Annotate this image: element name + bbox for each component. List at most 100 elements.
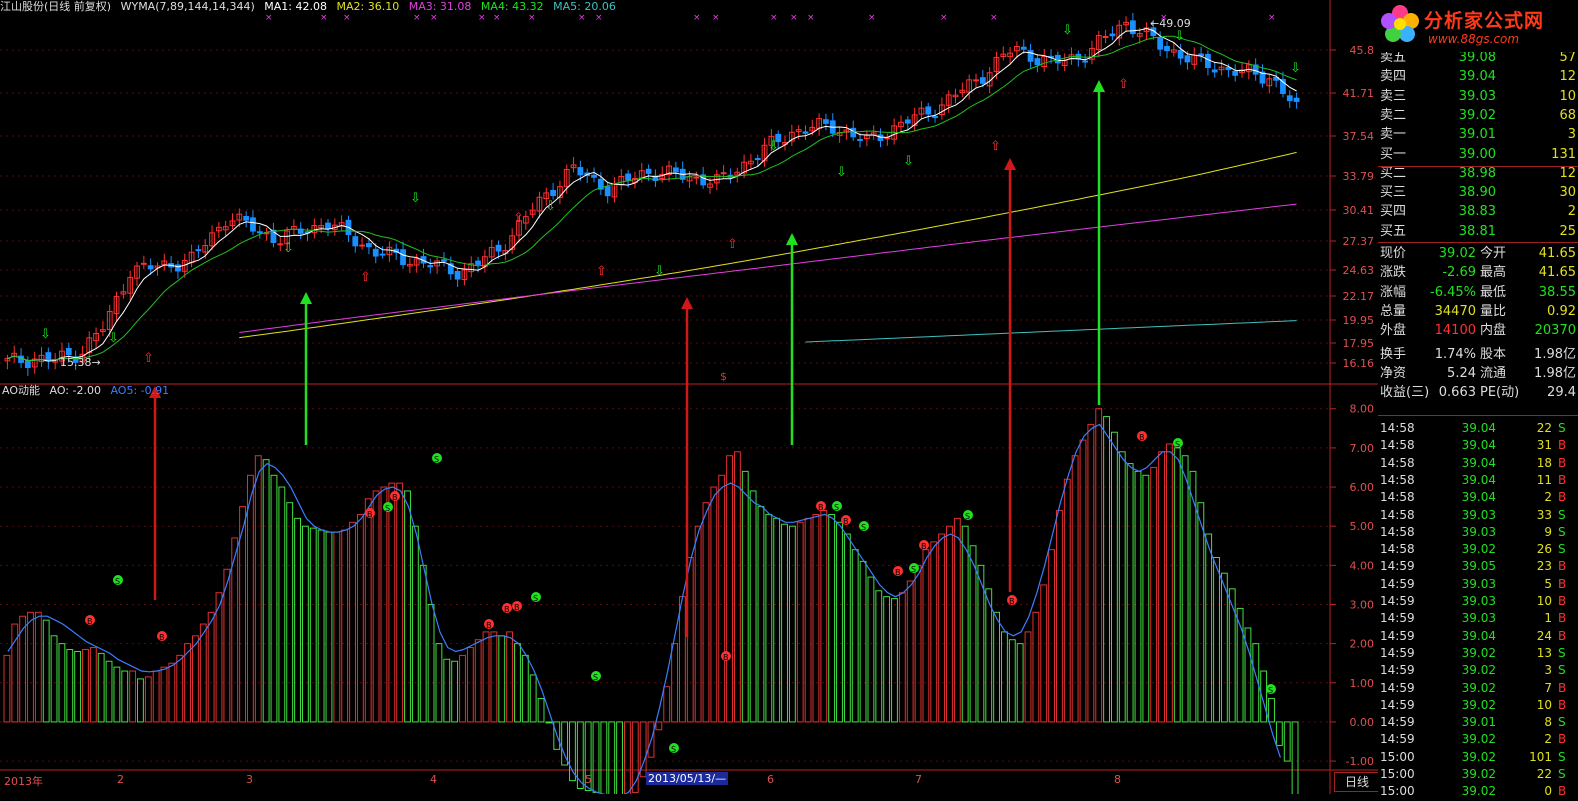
tick-price: 39.03 bbox=[1461, 507, 1496, 522]
candle-body bbox=[1034, 58, 1041, 66]
ao-bar bbox=[152, 670, 160, 723]
ao-bar bbox=[246, 474, 254, 723]
info-value: 5.24 bbox=[1447, 365, 1476, 381]
logo-title: 分析家公式网 bbox=[1424, 10, 1545, 32]
ao-bar bbox=[1103, 416, 1110, 723]
ao-bar bbox=[1268, 697, 1275, 723]
ao-signal-letter: B bbox=[843, 517, 849, 526]
candle-signal-icon: ⇩ bbox=[1290, 61, 1301, 76]
info-value: 20370 bbox=[1534, 323, 1576, 339]
ao-signal-letter: B bbox=[1139, 433, 1145, 442]
candle-body bbox=[932, 116, 938, 119]
ao-axis-label: 7.00 bbox=[1350, 442, 1375, 455]
time-axis: 2013年 2 3 4 5 2013/05/13/— 6 7 8 日线 bbox=[0, 770, 1380, 794]
tick-volume: 18 bbox=[1536, 455, 1552, 470]
tick-row: 14:58 39.04 18 B bbox=[1380, 455, 1576, 472]
x-label-mar: 3 bbox=[246, 773, 253, 786]
period-selector[interactable]: 日线 bbox=[1334, 772, 1380, 792]
tick-price: 39.02 bbox=[1461, 663, 1496, 678]
tick-side: B bbox=[1558, 697, 1567, 712]
ao-bar bbox=[741, 470, 749, 723]
tick-volume: 101 bbox=[1529, 749, 1552, 764]
candle-body bbox=[925, 106, 932, 115]
ao-axis-label: 3.00 bbox=[1350, 598, 1375, 611]
tick-time: 14:59 bbox=[1380, 611, 1415, 626]
tick-time: 15:00 bbox=[1380, 784, 1415, 799]
tick-volume: 2 bbox=[1544, 732, 1552, 747]
ao-bar bbox=[851, 549, 859, 723]
candle-body bbox=[1293, 97, 1300, 102]
candle-body bbox=[973, 79, 979, 82]
candle-signal-icon: ⇩ bbox=[545, 199, 556, 214]
tick-price: 39.03 bbox=[1461, 576, 1496, 591]
ao-signal-letter: S bbox=[1268, 686, 1273, 695]
ao-bar bbox=[757, 506, 765, 723]
order-book-separator bbox=[1378, 166, 1578, 167]
x-label-may: 5 bbox=[585, 773, 592, 786]
info-value: 39.02 bbox=[1438, 246, 1476, 261]
candle-body bbox=[475, 260, 481, 265]
order-volume: 10 bbox=[1559, 88, 1576, 104]
tick-volume: 10 bbox=[1536, 697, 1552, 712]
candle-body bbox=[625, 173, 632, 181]
candle-body bbox=[1129, 20, 1136, 35]
ao-bar bbox=[325, 531, 333, 723]
ao-bar bbox=[294, 517, 301, 723]
top-marker-icon: × bbox=[493, 13, 501, 23]
tick-price: 39.04 bbox=[1461, 490, 1496, 505]
tick-side: S bbox=[1558, 749, 1566, 764]
price-chart[interactable]: 45.8 41.71 37.54 33.79 30.41 27.37 24.63 22.17 1… bbox=[0, 0, 1378, 794]
tick-row: 14:59 39.03 1 B bbox=[1380, 610, 1576, 627]
price-axis-label: 24.63 bbox=[1343, 264, 1375, 277]
info-label: 涨幅 bbox=[1380, 284, 1407, 300]
ao5-line bbox=[7, 423, 1281, 794]
tick-volume: 24 bbox=[1536, 628, 1552, 643]
info-value: -2.69 bbox=[1442, 265, 1476, 281]
ao-axis-label: 0.00 bbox=[1350, 716, 1375, 729]
tick-row: 14:58 39.03 9 S bbox=[1380, 524, 1576, 541]
tick-row: 14:58 39.04 11 B bbox=[1380, 472, 1576, 489]
ao-bar bbox=[192, 635, 199, 723]
candle-body bbox=[325, 222, 331, 230]
ao-bar bbox=[411, 525, 419, 723]
order-price: 38.81 bbox=[1458, 223, 1496, 239]
x-label-aug: 8 bbox=[1114, 773, 1121, 786]
tick-volume: 33 bbox=[1536, 507, 1552, 522]
info-label: PE(动) bbox=[1480, 385, 1520, 401]
tick-side: S bbox=[1558, 715, 1566, 730]
tick-price: 39.02 bbox=[1461, 784, 1496, 799]
tick-row: 14:59 39.02 2 B bbox=[1380, 731, 1576, 748]
candle-body bbox=[372, 248, 379, 257]
cursor-date: 2013/05/13/— bbox=[646, 772, 729, 785]
tick-time: 14:58 bbox=[1380, 490, 1415, 505]
tick-side: B bbox=[1558, 732, 1567, 747]
tick-volume: 10 bbox=[1536, 594, 1552, 608]
info-value: 0.663 bbox=[1438, 385, 1476, 401]
ao-bar bbox=[427, 603, 435, 723]
ao-bar bbox=[404, 490, 411, 723]
ao-bar bbox=[545, 721, 553, 724]
order-price: 39.01 bbox=[1458, 127, 1496, 143]
tick-time: 14:59 bbox=[1380, 594, 1415, 608]
tick-volume: 7 bbox=[1544, 680, 1552, 695]
top-marker-icon: × bbox=[343, 13, 351, 23]
order-book-row: 卖三 39.03 10 bbox=[1380, 87, 1576, 106]
ao-signal-letter: B bbox=[87, 617, 93, 626]
tick-row: 14:59 39.02 13 S bbox=[1380, 645, 1576, 662]
ao-signal-letter: B bbox=[1009, 597, 1015, 606]
tick-row: 14:58 39.02 26 S bbox=[1380, 541, 1576, 558]
candle-signal-icon: ⇧ bbox=[1118, 77, 1129, 92]
candle-body bbox=[1164, 46, 1170, 52]
candle-body bbox=[802, 131, 809, 134]
candle-body bbox=[754, 158, 761, 161]
ao-value: AO: -2.00 bbox=[49, 384, 101, 397]
info-value: -6.45% bbox=[1430, 284, 1476, 300]
ao-bar bbox=[1220, 572, 1228, 723]
ao-bar bbox=[930, 541, 938, 723]
candle-body bbox=[1286, 95, 1293, 102]
order-volume: 131 bbox=[1551, 146, 1576, 162]
ao-bar bbox=[1275, 721, 1283, 746]
tick-volume: 23 bbox=[1536, 559, 1552, 574]
stock-chart-window: 45.8 41.71 37.54 33.79 30.41 27.37 24.63 22.17 1… bbox=[0, 0, 1578, 798]
ao-bar bbox=[396, 482, 404, 723]
